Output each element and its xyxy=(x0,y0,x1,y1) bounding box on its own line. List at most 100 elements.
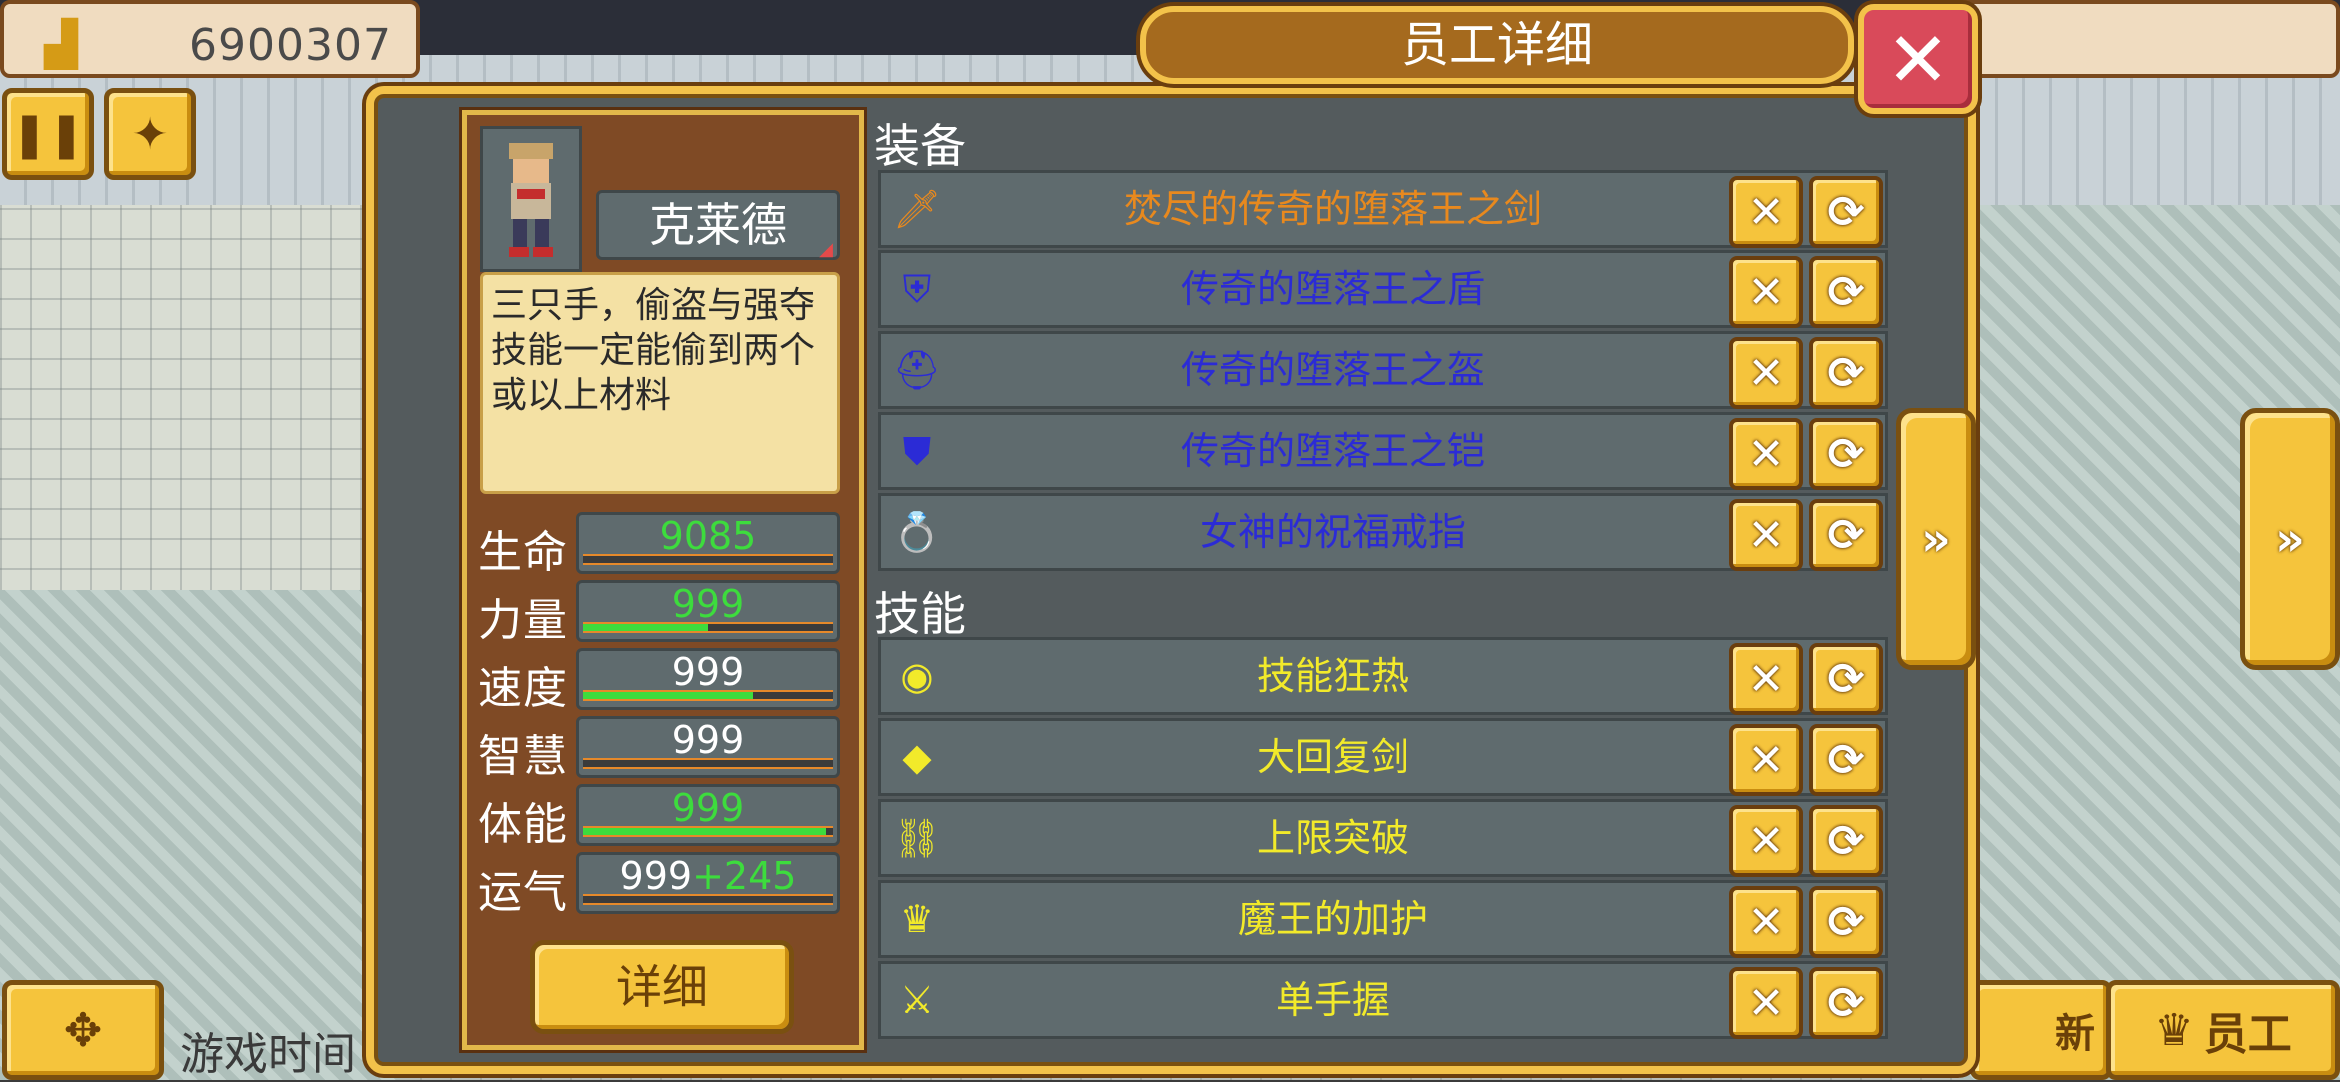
item-name: 传奇的堕落王之盔 xyxy=(1180,348,1485,392)
swap-button[interactable]: ⟳ xyxy=(1809,643,1883,715)
item-name: 魔王的加护 xyxy=(1237,897,1428,941)
swap-icon: ⟳ xyxy=(1827,428,1865,480)
character-name-text: 克莱德 xyxy=(649,198,787,252)
double-chevron-right-icon: » xyxy=(2275,512,2305,566)
unequip-button[interactable]: ✕ xyxy=(1729,643,1803,715)
item-name: 单手握 xyxy=(1275,978,1390,1022)
stat-value-line: 999 xyxy=(579,649,837,695)
pause-icon: ❚❚ xyxy=(11,108,85,160)
swap-button[interactable]: ⟳ xyxy=(1809,805,1883,877)
stat-value: 999 xyxy=(671,582,745,626)
skill-row[interactable]: ◉ 技能狂热 ✕ ⟳ xyxy=(878,637,1888,715)
swap-button[interactable]: ⟳ xyxy=(1809,176,1883,248)
close-icon: ✕ xyxy=(1747,815,1785,867)
stat-bar-track xyxy=(583,622,833,633)
item-name: 技能狂热 xyxy=(1256,654,1409,698)
swap-icon: ⟳ xyxy=(1827,653,1865,705)
stat-row: 速度 999 xyxy=(478,648,844,714)
stat-bar-fill xyxy=(583,624,708,631)
crystal-sword-icon: ◆ xyxy=(902,735,932,779)
stat-value: 999 xyxy=(619,854,693,898)
stat-value-line: 999 xyxy=(579,785,837,831)
swap-button[interactable]: ⟳ xyxy=(1809,337,1883,409)
stat-row: 力量 999 xyxy=(478,580,844,646)
swap-button[interactable]: ⟳ xyxy=(1809,256,1883,328)
demon-king-icon: ♛ xyxy=(899,897,935,941)
swap-icon: ⟳ xyxy=(1827,509,1865,561)
ring-icon: 💍 xyxy=(893,509,941,554)
stat-label: 体能 xyxy=(478,799,568,850)
unequip-button[interactable]: ✕ xyxy=(1729,967,1803,1039)
staff-button[interactable]: ♛ 员工 xyxy=(2106,980,2340,1080)
character-description: 三只手，偷盗与强夺技能一定能偷到两个或以上材料 xyxy=(480,272,840,494)
swap-icon: ⟳ xyxy=(1827,734,1865,786)
swap-icon: ⟳ xyxy=(1827,896,1865,948)
equipment-row[interactable]: 💍 女神的祝福戒指 ✕ ⟳ xyxy=(878,493,1888,571)
close-icon: ✕ xyxy=(1747,428,1785,480)
skill-row[interactable]: ⛓ 上限突破 ✕ ⟳ xyxy=(878,799,1888,877)
equipment-title: 装备 xyxy=(874,119,966,173)
skill-row[interactable]: ♛ 魔王的加护 ✕ ⟳ xyxy=(878,880,1888,958)
skill-row[interactable]: ◆ 大回复剑 ✕ ⟳ xyxy=(878,718,1888,796)
close-button[interactable]: ✕ xyxy=(1858,4,1978,114)
swap-icon: ⟳ xyxy=(1827,977,1865,1029)
stat-label: 运气 xyxy=(478,867,568,918)
encyclopedia-button[interactable]: 新 xyxy=(1970,980,2112,1080)
unequip-button[interactable]: ✕ xyxy=(1729,337,1803,409)
move-icon: ✥ xyxy=(63,1003,103,1057)
stat-bar-track xyxy=(583,758,833,769)
speed-button[interactable]: ✦ xyxy=(104,88,196,180)
swap-button[interactable]: ⟳ xyxy=(1809,499,1883,571)
stat-box: 999 xyxy=(576,580,840,642)
character-portrait xyxy=(480,126,582,272)
next-employee-button[interactable]: » xyxy=(1896,408,1976,670)
stat-row: 体能 999 xyxy=(478,784,844,850)
unequip-button[interactable]: ✕ xyxy=(1729,805,1803,877)
character-name[interactable]: 克莱德 ◢ xyxy=(596,190,840,260)
new-badge: 新 xyxy=(2055,1011,2095,1057)
swap-button[interactable]: ⟳ xyxy=(1809,886,1883,958)
item-name: 女神的祝福戒指 xyxy=(1199,510,1466,554)
close-icon: ✕ xyxy=(1747,347,1785,399)
swap-button[interactable]: ⟳ xyxy=(1809,724,1883,796)
money-stack-icon: ▟ xyxy=(44,19,78,70)
stat-box: 9085 xyxy=(576,512,840,574)
pause-button[interactable]: ❚❚ xyxy=(2,88,94,180)
equipment-row[interactable]: ⛑ 传奇的堕落王之盔 ✕ ⟳ xyxy=(878,331,1888,409)
swap-button[interactable]: ⟳ xyxy=(1809,418,1883,490)
close-icon: ✕ xyxy=(1747,186,1785,238)
dagger-icon: ⚔ xyxy=(899,978,935,1022)
equipment-row[interactable]: 🗡 焚尽的传奇的堕落王之剑 ✕ ⟳ xyxy=(878,170,1888,248)
unequip-button[interactable]: ✕ xyxy=(1729,499,1803,571)
crown-icon: ♛ xyxy=(2154,1004,2194,1056)
stat-row: 运气 999+245 xyxy=(478,852,844,918)
unequip-button[interactable]: ✕ xyxy=(1729,418,1803,490)
helmet-icon: ⛑ xyxy=(892,347,942,392)
swap-button[interactable]: ⟳ xyxy=(1809,967,1883,1039)
stat-value: 999 xyxy=(671,718,745,762)
dialog-title: 员工详细 xyxy=(1400,17,1593,73)
equipment-row[interactable]: ⛊ 传奇的堕落王之铠 ✕ ⟳ xyxy=(878,412,1888,490)
swap-icon: ⟳ xyxy=(1827,186,1865,238)
stat-value-line: 9085 xyxy=(579,513,837,559)
next-page-button[interactable]: » xyxy=(2240,408,2340,670)
money-bar: ▟ 6900307 xyxy=(0,0,420,78)
item-name: 焚尽的传奇的堕落王之剑 xyxy=(1123,187,1542,231)
game-time-label: 游戏时间 xyxy=(180,1029,356,1080)
unequip-button[interactable]: ✕ xyxy=(1729,176,1803,248)
staff-label: 员工 xyxy=(2203,1009,2292,1060)
skill-row[interactable]: ⚔ 单手握 ✕ ⟳ xyxy=(878,961,1888,1039)
unequip-button[interactable]: ✕ xyxy=(1729,724,1803,796)
unequip-button[interactable]: ✕ xyxy=(1729,886,1803,958)
item-name: 传奇的堕落王之铠 xyxy=(1180,429,1485,473)
detail-button[interactable]: 详细 xyxy=(530,940,794,1034)
rename-corner-icon: ◢ xyxy=(819,239,833,260)
item-name: 传奇的堕落王之盾 xyxy=(1180,267,1485,311)
move-button[interactable]: ✥ xyxy=(2,980,164,1080)
fast-forward-icon: ✦ xyxy=(131,108,169,160)
stat-value: 9085 xyxy=(659,514,757,558)
skill-orb-icon: ◉ xyxy=(900,654,934,698)
equipment-row[interactable]: ⛨ 传奇的堕落王之盾 ✕ ⟳ xyxy=(878,250,1888,328)
unequip-button[interactable]: ✕ xyxy=(1729,256,1803,328)
swap-icon: ⟳ xyxy=(1827,266,1865,318)
